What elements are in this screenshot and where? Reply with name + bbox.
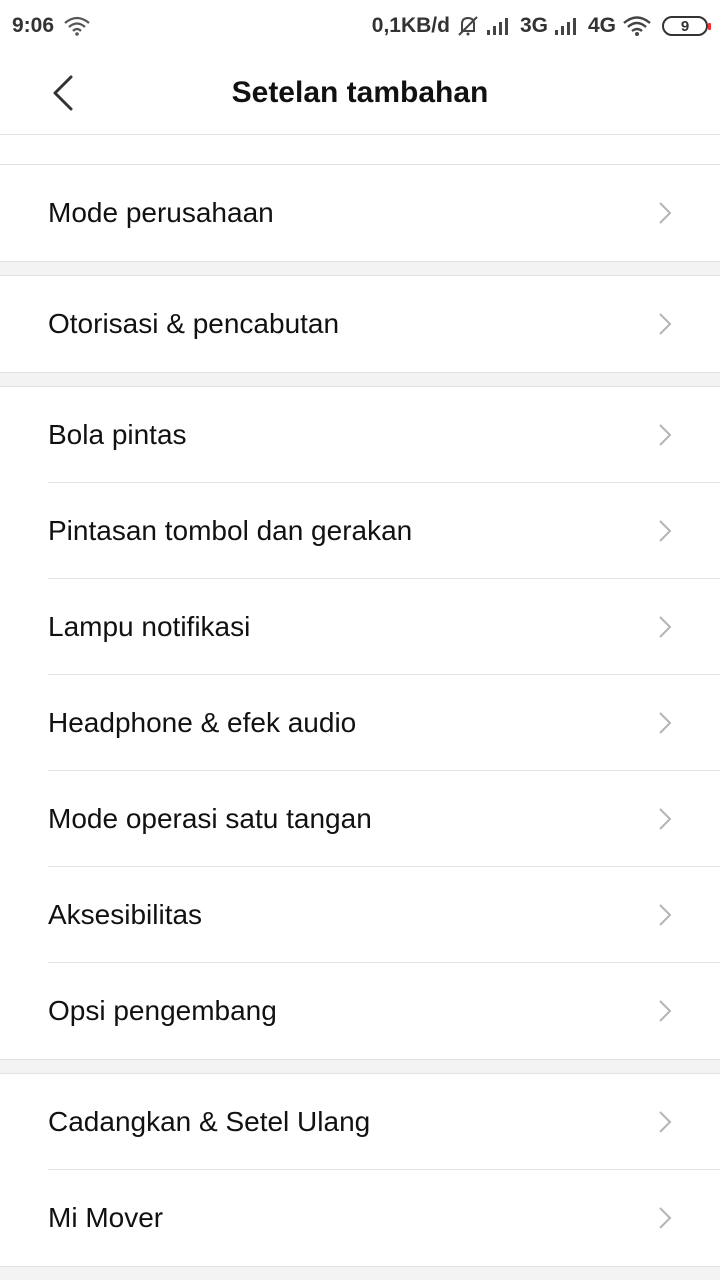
chevron-right-icon bbox=[659, 808, 672, 830]
battery-icon: 9 bbox=[662, 16, 711, 36]
section-divider bbox=[0, 261, 720, 276]
settings-item-label: Lampu notifikasi bbox=[48, 611, 251, 642]
wifi-icon bbox=[64, 16, 90, 36]
network-type-2: 4G bbox=[587, 14, 616, 37]
chevron-right-icon bbox=[659, 520, 672, 542]
section-divider bbox=[0, 1266, 720, 1280]
settings-item-pintasan-tombol[interactable]: Pintasan tombol dan gerakan bbox=[0, 483, 720, 579]
wifi-icon bbox=[622, 15, 652, 37]
settings-item-mode-perusahaan[interactable]: Mode perusahaan bbox=[0, 165, 720, 261]
title-bar: Setelan tambahan bbox=[0, 52, 720, 135]
back-button[interactable] bbox=[40, 70, 86, 116]
settings-item-label: Headphone & efek audio bbox=[48, 707, 357, 738]
settings-item-otorisasi[interactable]: Otorisasi & pencabutan bbox=[0, 276, 720, 372]
network-type-1: 3G bbox=[519, 14, 548, 37]
chevron-left-icon bbox=[53, 75, 73, 111]
settings-item-satu-tangan[interactable]: Mode operasi satu tangan bbox=[0, 771, 720, 867]
section-system: Bola pintas Pintasan tombol dan gerakan … bbox=[0, 387, 720, 1059]
chevron-right-icon bbox=[659, 202, 672, 224]
settings-item-headphone[interactable]: Headphone & efek audio bbox=[0, 675, 720, 771]
settings-item-bola-pintas[interactable]: Bola pintas bbox=[0, 387, 720, 483]
signal-icon bbox=[554, 16, 582, 36]
section-divider bbox=[0, 1059, 720, 1074]
data-speed: 0,1KB/d bbox=[371, 14, 450, 37]
mute-bell-icon bbox=[456, 14, 480, 38]
status-bar: 9:06 0,1KB/d 3G 4G 9 bbox=[0, 0, 720, 52]
settings-item-label: Mi Mover bbox=[48, 1202, 164, 1233]
settings-item-label: Cadangkan & Setel Ulang bbox=[48, 1106, 371, 1137]
settings-list: Mode perusahaan Otorisasi & pencabutan B… bbox=[0, 135, 720, 1280]
chevron-right-icon bbox=[659, 313, 672, 335]
section-backup: Cadangkan & Setel Ulang Mi Mover bbox=[0, 1074, 720, 1266]
section-authorization: Otorisasi & pencabutan bbox=[0, 276, 720, 372]
chevron-right-icon bbox=[659, 424, 672, 446]
settings-item-mi-mover[interactable]: Mi Mover bbox=[0, 1170, 720, 1266]
status-time: 9:06 bbox=[12, 14, 55, 37]
settings-item-lampu-notifikasi[interactable]: Lampu notifikasi bbox=[0, 579, 720, 675]
chevron-right-icon bbox=[659, 1207, 672, 1229]
settings-item-label: Pintasan tombol dan gerakan bbox=[48, 515, 413, 546]
page-title: Setelan tambahan bbox=[231, 76, 489, 109]
settings-item-cadangkan[interactable]: Cadangkan & Setel Ulang bbox=[0, 1074, 720, 1170]
settings-item-opsi-pengembang[interactable]: Opsi pengembang bbox=[0, 963, 720, 1059]
settings-item-aksesibilitas[interactable]: Aksesibilitas bbox=[0, 867, 720, 963]
section-enterprise: Mode perusahaan bbox=[0, 165, 720, 261]
chevron-right-icon bbox=[659, 712, 672, 734]
chevron-right-icon bbox=[659, 1111, 672, 1133]
chevron-right-icon bbox=[659, 904, 672, 926]
settings-item-label: Otorisasi & pencabutan bbox=[48, 308, 340, 339]
signal-icon bbox=[486, 16, 514, 36]
settings-item-label: Mode operasi satu tangan bbox=[48, 803, 372, 834]
top-spacer bbox=[0, 135, 720, 165]
chevron-right-icon bbox=[659, 616, 672, 638]
battery-level: 9 bbox=[680, 17, 690, 35]
chevron-right-icon bbox=[659, 1000, 672, 1022]
settings-item-label: Bola pintas bbox=[48, 419, 187, 450]
section-divider bbox=[0, 372, 720, 387]
settings-item-label: Aksesibilitas bbox=[48, 899, 203, 930]
settings-item-label: Opsi pengembang bbox=[48, 995, 277, 1026]
settings-item-label: Mode perusahaan bbox=[48, 197, 274, 228]
